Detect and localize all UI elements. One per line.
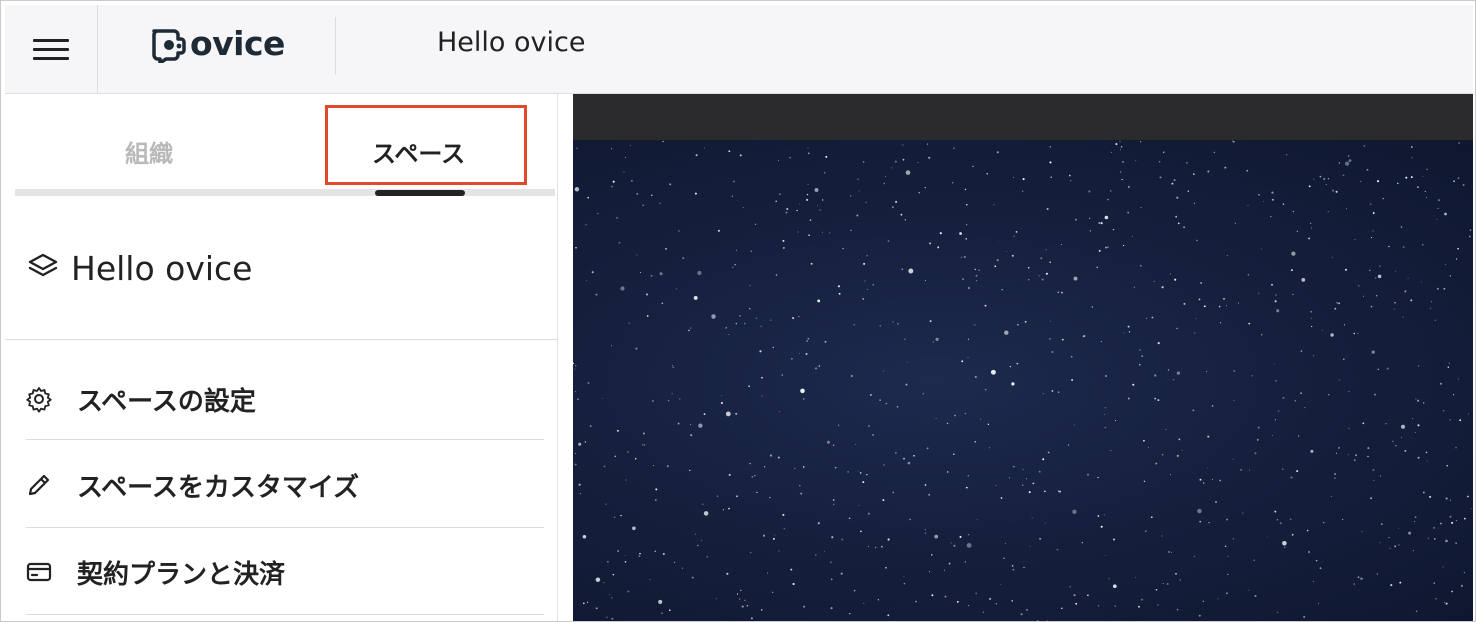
top-header: ovice Hello ovice bbox=[5, 5, 1473, 94]
header-separator bbox=[335, 17, 336, 75]
sidebar-divider bbox=[5, 339, 558, 340]
pencil-icon bbox=[28, 474, 50, 496]
menu-item-plan-billing[interactable]: 契約プランと決済 bbox=[25, 529, 545, 615]
menu-divider bbox=[26, 439, 544, 440]
tab-rail bbox=[15, 189, 555, 196]
space-heading: Hello ovice bbox=[25, 249, 252, 288]
ovice-logo[interactable]: ovice bbox=[148, 23, 285, 63]
menu-label: スペースの設定 bbox=[77, 386, 256, 417]
layers-icon bbox=[28, 253, 58, 276]
menu-divider bbox=[26, 614, 544, 615]
canvas-top-bar bbox=[573, 94, 1473, 140]
menu-item-customize-space[interactable]: スペースをカスタマイズ bbox=[25, 442, 545, 528]
gear-icon bbox=[26, 387, 52, 413]
ovice-logo-icon bbox=[152, 29, 186, 63]
app-window: ovice Hello ovice 組織 スペース Hello ovice スペ… bbox=[0, 0, 1476, 622]
credit-card-icon bbox=[26, 562, 52, 582]
space-canvas[interactable] bbox=[573, 140, 1473, 621]
menu-divider bbox=[26, 527, 544, 528]
menu-label: スペースをカスタマイズ bbox=[77, 472, 360, 503]
menu-item-space-settings[interactable]: スペースの設定 bbox=[25, 356, 545, 442]
hamburger-icon bbox=[33, 38, 69, 61]
menu-label: 契約プランと決済 bbox=[77, 559, 286, 590]
header-space-title: Hello ovice bbox=[437, 27, 586, 58]
sidebar: 組織 スペース Hello ovice スペースの設定 スペースをカスタマイズ … bbox=[5, 94, 558, 621]
space-name: Hello ovice bbox=[71, 249, 253, 288]
menu-button[interactable] bbox=[5, 5, 98, 94]
sidebar-tabs: 組織 スペース bbox=[15, 94, 555, 198]
starfield-background bbox=[573, 140, 1472, 621]
tab-organization[interactable]: 組織 bbox=[125, 134, 173, 169]
logo-text: ovice bbox=[190, 23, 285, 63]
active-tab-indicator bbox=[375, 190, 465, 196]
tab-space[interactable]: スペース bbox=[372, 134, 465, 169]
